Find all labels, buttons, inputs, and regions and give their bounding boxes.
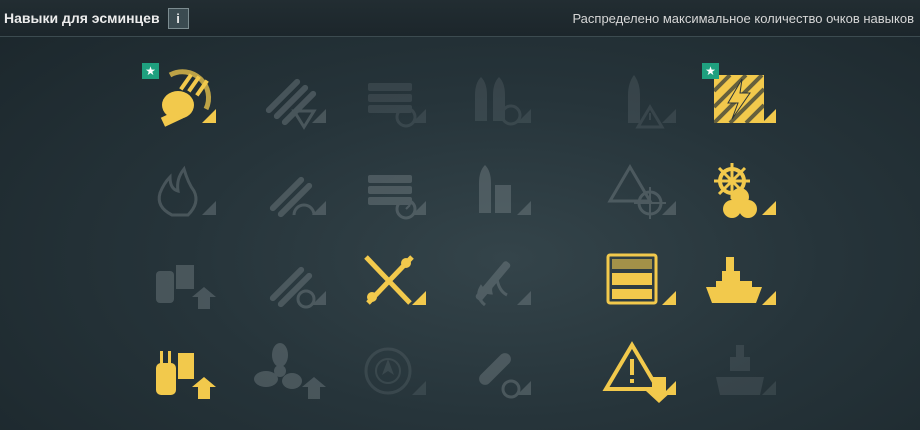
- depth-charge-icon: [479, 353, 531, 399]
- skill-points-status: Распределено максимальное количество очк…: [572, 10, 914, 26]
- turret-upgrade-icon: [156, 351, 216, 399]
- torpedo-speed-icon: [269, 176, 326, 218]
- skill-2-2[interactable]: [250, 157, 330, 227]
- skill-1-3[interactable]: [350, 65, 430, 135]
- consumables-duration-icon: [368, 175, 426, 220]
- extra-consumables-icon: [606, 253, 676, 305]
- skill-3-3[interactable]: [350, 247, 430, 317]
- skills-grid: ★ ★: [0, 37, 920, 430]
- page-title: Навыки для эсминцев: [4, 10, 160, 26]
- skill-3-5[interactable]: [600, 247, 680, 317]
- skill-4-5[interactable]: [600, 337, 680, 407]
- skill-1-2[interactable]: [250, 65, 330, 135]
- info-button[interactable]: i: [167, 7, 189, 29]
- consumables-reload-icon: [368, 83, 426, 128]
- skill-3-2[interactable]: [250, 247, 330, 317]
- skill-2-3[interactable]: [350, 157, 430, 227]
- propulsion-upgrade-icon: [254, 343, 326, 399]
- skill-4-6[interactable]: [700, 337, 780, 407]
- ship-silhouette-icon: [716, 345, 776, 395]
- header-left: Навыки для эсминцев i: [4, 7, 189, 29]
- torpedo-armament-icon: [269, 266, 326, 309]
- secondary-turret-upgrade-icon: [156, 265, 216, 309]
- helm-propeller-icon: [714, 163, 776, 218]
- skills-panel: ★ ★: [0, 36, 920, 430]
- ship-survivability-icon: [706, 257, 776, 305]
- detection-warning-icon: [607, 164, 676, 219]
- fire-icon: [157, 165, 216, 217]
- skill-3-6[interactable]: [700, 247, 780, 317]
- skill-2-5[interactable]: [600, 157, 680, 227]
- skill-2-6[interactable]: [700, 157, 780, 227]
- skill-4-3[interactable]: [350, 337, 430, 407]
- crossed-tools-icon: [364, 255, 426, 305]
- skill-1-4[interactable]: [455, 65, 535, 135]
- shell-stack-icon: [479, 165, 531, 215]
- skill-4-4[interactable]: [455, 337, 535, 407]
- star-badge-icon: ★: [142, 63, 159, 79]
- radar-compass-icon: [364, 347, 426, 395]
- skill-1-6[interactable]: ★: [700, 63, 780, 135]
- star-badge-icon: ★: [702, 63, 719, 79]
- skill-2-4[interactable]: [455, 157, 535, 227]
- firefighting-icon: [475, 261, 531, 307]
- skill-3-4[interactable]: [455, 247, 535, 317]
- skill-4-1[interactable]: [140, 337, 220, 407]
- skill-1-1[interactable]: ★: [140, 63, 220, 135]
- skills-header: Навыки для эсминцев i Распределено макси…: [0, 0, 920, 36]
- shells-reload-icon: [475, 77, 531, 126]
- skill-2-1[interactable]: [140, 157, 220, 227]
- skill-4-2[interactable]: [250, 337, 330, 407]
- torpedo-reload-icon: [265, 78, 326, 130]
- skill-3-1[interactable]: [140, 247, 220, 317]
- concealment-warning-icon: [602, 341, 676, 403]
- skill-1-5[interactable]: [600, 65, 680, 135]
- shell-warning-icon: [628, 75, 676, 129]
